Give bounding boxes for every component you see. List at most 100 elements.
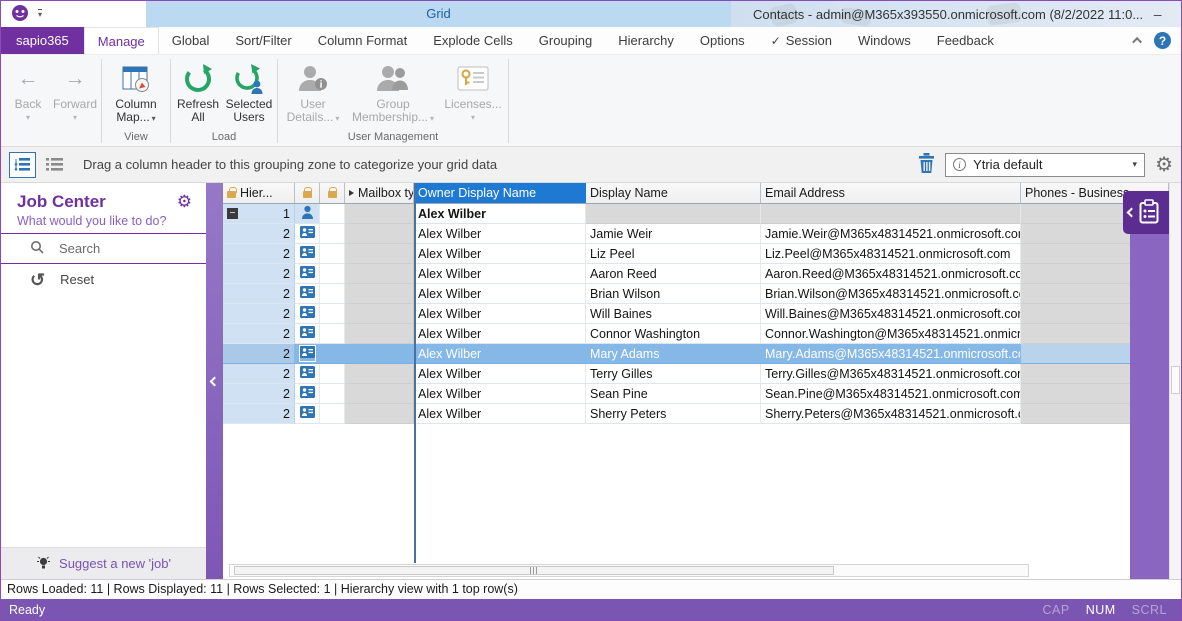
email-address-cell: Liz.Peel@M365x48314521.onmicrosoft.com (761, 244, 1021, 264)
dropdown-caret-icon: ▾ (73, 113, 77, 122)
contact-card-icon (300, 266, 315, 281)
group-membership-button[interactable]: Group Membership...▾ (346, 55, 440, 125)
contact-card-icon (300, 306, 315, 321)
vertical-scrollbar-thumb[interactable] (1171, 366, 1180, 394)
licenses-button[interactable]: Licenses... ▾ (440, 55, 506, 122)
horizontal-scrollbar[interactable] (229, 564, 1029, 577)
hierarchy-level: 2 (283, 407, 290, 421)
grouping-hierarchy-view-icon[interactable] (9, 152, 36, 178)
ribbon-separator (277, 59, 278, 143)
tab-hierarchy[interactable]: Hierarchy (605, 27, 687, 54)
collapse-minus-icon[interactable]: − (227, 208, 238, 219)
svg-text:i: i (320, 80, 323, 91)
load-group-label: Load (173, 130, 275, 146)
tab-options[interactable]: Options (687, 27, 758, 54)
owner-display-name-cell: Alex Wilber (414, 244, 586, 264)
column-header-flag[interactable] (320, 183, 345, 203)
column-header-hierarchy[interactable]: Hier... (223, 183, 295, 203)
group-header-row[interactable]: − 1 Alex Wilber (223, 204, 1169, 224)
tab-global[interactable]: Global (159, 27, 223, 54)
owner-display-name-cell: Alex Wilber (414, 284, 586, 304)
job-center-title: Job Center (17, 192, 106, 212)
tab-sapio365[interactable]: sapio365 (1, 27, 84, 54)
user-details-button[interactable]: i User Details...▾ (280, 55, 346, 125)
grid-settings-gear-icon[interactable]: ⚙ (1155, 155, 1173, 175)
minimize-button[interactable]: – (1143, 1, 1172, 27)
job-center-gear-icon[interactable]: ⚙ (177, 192, 192, 212)
column-map-icon (120, 60, 152, 98)
job-search-input[interactable]: Search (1, 233, 206, 264)
tab-feedback[interactable]: Feedback (924, 27, 1007, 54)
ribbon-collapse-icon[interactable] (1132, 37, 1142, 47)
horizontal-scrollbar-thumb[interactable] (234, 566, 834, 575)
owner-display-name-cell: Alex Wilber (414, 204, 586, 224)
display-name-cell: Terry Gilles (586, 364, 761, 384)
ribbon: ← Back ▾ → Forward ▾ Column (1, 55, 1181, 147)
hierarchy-level: 1 (283, 207, 290, 221)
column-header-mailbox-type[interactable]: Mailbox type (345, 183, 414, 203)
display-name-cell: Liz Peel (586, 244, 761, 264)
table-row[interactable]: 2 Alex Wilber Mary Adams Mary.Adams@M365… (223, 344, 1169, 364)
hierarchy-level: 2 (283, 287, 290, 301)
tab-grouping[interactable]: Grouping (526, 27, 605, 54)
session-check-icon: ✓ (771, 34, 781, 48)
lock-icon (328, 191, 337, 198)
hierarchy-level: 2 (283, 307, 290, 321)
nav-group: ← Back ▾ → Forward ▾ (5, 55, 99, 146)
owner-display-name-cell: Alex Wilber (414, 264, 586, 284)
hierarchy-header-label: Hier... (240, 186, 273, 200)
side-panel-strip (1130, 191, 1169, 579)
table-row[interactable]: 2 Alex Wilber Will Baines Will.Baines@M3… (223, 304, 1169, 324)
qat-dropdown-icon[interactable]: ▾ (38, 9, 42, 19)
side-panel-tab[interactable] (1123, 191, 1169, 234)
help-icon[interactable]: ? (1154, 32, 1171, 49)
reset-icon: ↺ (30, 272, 45, 288)
table-row[interactable]: 2 Alex Wilber Aaron Reed Aaron.Reed@M365… (223, 264, 1169, 284)
delete-view-icon[interactable] (918, 153, 935, 176)
tab-sort-filter[interactable]: Sort/Filter (222, 27, 304, 54)
grouping-flat-view-icon[interactable] (41, 152, 68, 178)
email-address-cell: Will.Baines@M365x48314521.onmicrosoft.co… (761, 304, 1021, 324)
table-row[interactable]: 2 Alex Wilber Sean Pine Sean.Pine@M365x4… (223, 384, 1169, 404)
table-row[interactable]: 2 Alex Wilber Liz Peel Liz.Peel@M365x483… (223, 244, 1169, 264)
app-logo-icon[interactable] (11, 4, 29, 25)
tab-windows[interactable]: Windows (845, 27, 924, 54)
tab-explode-cells[interactable]: Explode Cells (420, 27, 526, 54)
app-status-bar: Ready CAP NUM SCRL (1, 599, 1181, 620)
contact-card-icon (300, 286, 315, 301)
maximize-button[interactable]: ☐ (1172, 1, 1181, 27)
tab-manage[interactable]: Manage (84, 27, 159, 54)
licenses-label: Licenses... (444, 98, 501, 111)
owner-display-name-cell: Alex Wilber (414, 224, 586, 244)
table-row[interactable]: 2 Alex Wilber Brian Wilson Brian.Wilson@… (223, 284, 1169, 304)
selected-users-label2: Users (233, 111, 264, 124)
window-title: Contacts - admin@M365x393550.onmicrosoft… (753, 7, 1143, 22)
tab-session[interactable]: ✓ Session (758, 27, 845, 54)
group-membership-icon (375, 60, 411, 98)
contact-card-icon (300, 386, 315, 401)
column-header-owner-display-name[interactable]: Owner Display Name (414, 183, 586, 203)
column-map-button[interactable]: Column Map...▾ (104, 55, 168, 125)
table-row[interactable]: 2 Alex Wilber Sherry Peters Sherry.Peter… (223, 404, 1169, 424)
column-header-display-name[interactable]: Display Name (586, 183, 761, 203)
suggest-job-button[interactable]: Suggest a new 'job' (1, 547, 206, 579)
dropdown-caret-icon: ▾ (26, 113, 30, 122)
user-management-group: i User Details...▾ Group Membership...▾ (280, 55, 506, 146)
vertical-scrollbar[interactable] (1169, 183, 1181, 579)
back-label: Back (15, 98, 42, 111)
display-name-cell: Sherry Peters (586, 404, 761, 424)
selected-users-button[interactable]: Selected Users (223, 55, 275, 124)
refresh-all-button[interactable]: Refresh All (173, 55, 223, 124)
table-row[interactable]: 2 Alex Wilber Terry Gilles Terry.Gilles@… (223, 364, 1169, 384)
grouping-bar: Drag a column header to this grouping zo… (1, 147, 1181, 183)
table-row[interactable]: 2 Alex Wilber Connor Washington Connor.W… (223, 324, 1169, 344)
sidebar-collapse-strip[interactable] (206, 183, 223, 579)
back-button[interactable]: ← Back ▾ (5, 55, 51, 122)
reset-button[interactable]: ↺ Reset (1, 264, 206, 295)
table-row[interactable]: 2 Alex Wilber Jamie Weir Jamie.Weir@M365… (223, 224, 1169, 244)
view-selector[interactable]: i Ytria default ▾ (945, 153, 1145, 177)
tab-column-format[interactable]: Column Format (305, 27, 421, 54)
column-header-type[interactable] (295, 183, 320, 203)
forward-button[interactable]: → Forward ▾ (51, 55, 99, 122)
column-header-email-address[interactable]: Email Address (761, 183, 1021, 203)
